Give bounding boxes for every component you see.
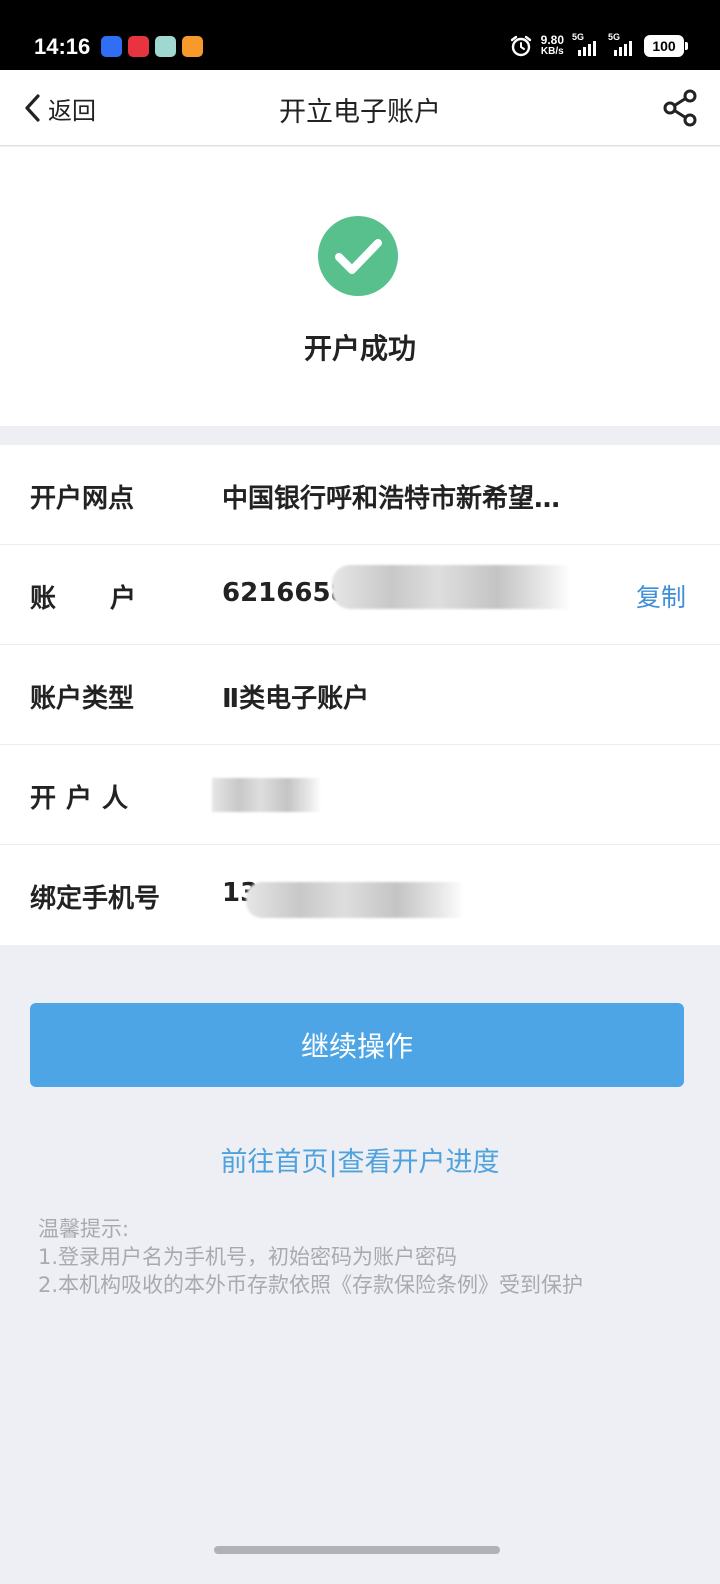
status-bar: 14:16 9.80 KB/s 5G 5G 100 — [0, 0, 720, 70]
info-row-type: 账户类型 Ⅱ类电子账户 — [0, 645, 720, 745]
tips-section: 温馨提示: 1.登录用户名为手机号，初始密码为账户密码 2.本机构吸收的本外币存… — [38, 1215, 678, 1299]
redacted-phone-mask — [246, 882, 462, 918]
account-number: 6216658 — [222, 578, 349, 608]
page-title: 开立电子账户 — [279, 97, 441, 128]
signal-icon: 5G — [608, 32, 636, 58]
info-row-phone: 绑定手机号 13 — [0, 845, 720, 945]
tips-heading: 温馨提示: — [38, 1217, 130, 1241]
holder-label: 开户人 — [30, 784, 139, 814]
branch-label: 开户网点 — [30, 484, 135, 514]
tips-line-1: 1.登录用户名为手机号，初始密码为账户密码 — [38, 1245, 458, 1269]
status-time: 14:16 — [34, 34, 91, 59]
check-circle-icon — [318, 216, 398, 296]
account-type-value: Ⅱ类电子账户 — [222, 684, 370, 714]
link-separator: | — [328, 1147, 338, 1178]
account-info-list: 开户网点 中国银行呼和浩特市新希望… 账户 6216658 复制 账户类型 Ⅱ类… — [0, 445, 720, 945]
tips-line-2: 2.本机构吸收的本外币存款依照《存款保险条例》受到保护 — [38, 1273, 584, 1297]
account-type-label: 账户类型 — [30, 684, 135, 714]
signal-icon: 5G — [572, 32, 600, 58]
navigation-bar: 返回 开立电子账户 — [0, 70, 720, 146]
account-label: 账户 — [30, 584, 191, 614]
info-row-branch: 开户网点 中国银行呼和浩特市新希望… — [0, 445, 720, 545]
success-section: 开户成功 — [0, 147, 720, 426]
success-title: 开户成功 — [303, 332, 416, 365]
progress-link[interactable]: 查看开户进度 — [338, 1147, 500, 1178]
phone-label: 绑定手机号 — [30, 884, 161, 914]
app-icon-3 — [155, 36, 176, 57]
network-speed-value: 9.80 — [540, 33, 564, 47]
link-row: 前往首页|查看开户进度 — [0, 1140, 720, 1179]
share-icon[interactable] — [660, 88, 700, 128]
redacted-name-mask — [212, 778, 320, 812]
app-icon-1 — [101, 36, 122, 57]
battery-level: 100 — [652, 38, 676, 54]
redacted-account-mask — [332, 565, 568, 609]
network-speed-unit: KB/s — [540, 46, 564, 57]
branch-value: 中国银行呼和浩特市新希望… — [222, 484, 561, 514]
battery-icon: 100 — [644, 35, 688, 57]
alarm-icon — [510, 35, 531, 57]
copy-button[interactable]: 复制 — [636, 578, 686, 614]
home-link[interactable]: 前往首页 — [220, 1147, 328, 1178]
app-icon-4 — [182, 36, 203, 57]
status-indicators: 9.80 KB/s 5G 5G 100 — [509, 32, 688, 58]
network-speed: 9.80 KB/s — [540, 33, 564, 57]
info-row-account: 账户 6216658 复制 — [0, 545, 720, 645]
home-indicator[interactable] — [214, 1546, 500, 1554]
notification-app-icons — [101, 36, 203, 57]
continue-button[interactable]: 继续操作 — [30, 1003, 684, 1087]
info-row-holder: 开户人 — [0, 745, 720, 845]
app-icon-2 — [128, 36, 149, 57]
